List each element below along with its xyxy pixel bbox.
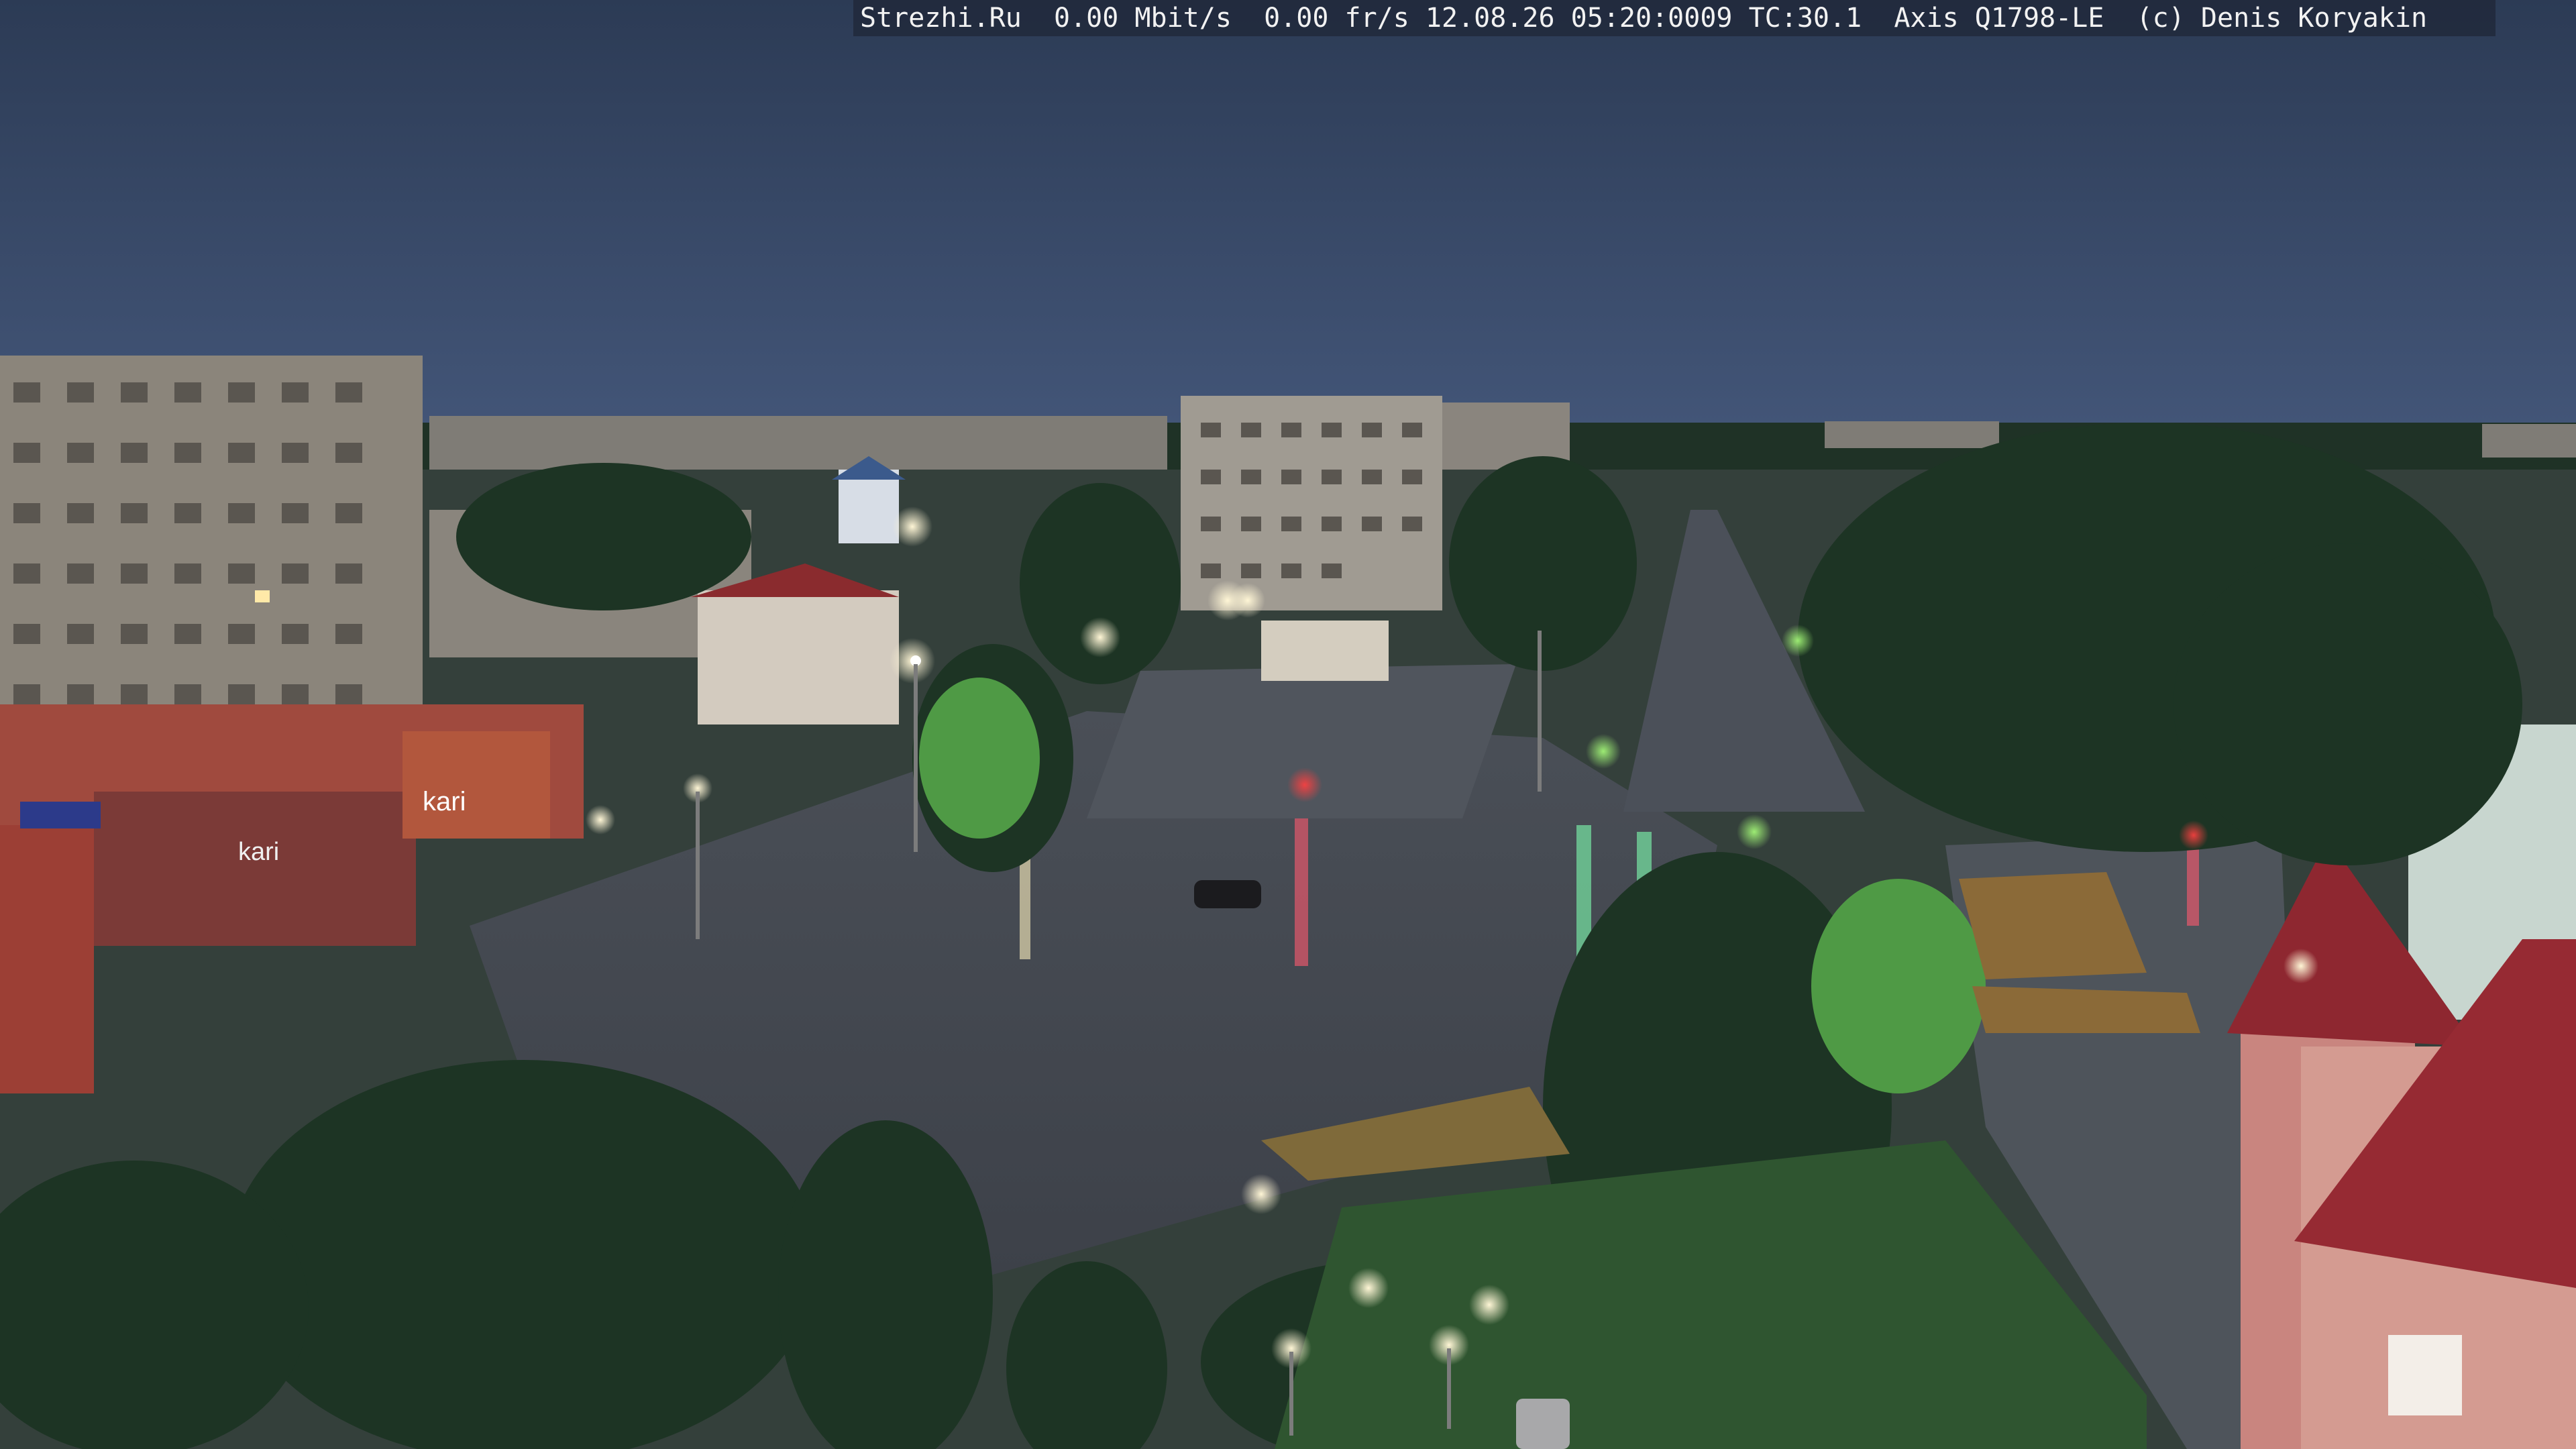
bitrate: 0.00 Mbit/s bbox=[1054, 3, 1232, 34]
camera-model: Axis Q1798-LE bbox=[1894, 3, 2104, 34]
shop-sign-kari-right: kari bbox=[238, 838, 279, 866]
site-name: Strezhi.Ru bbox=[860, 3, 1022, 34]
copyright: (c) Denis Koryakin bbox=[2136, 3, 2428, 34]
car bbox=[1194, 880, 1261, 908]
tc-value: TC:30.1 bbox=[1748, 3, 1862, 34]
datetime: 12.08.26 05:20:0009 bbox=[1425, 3, 1733, 34]
shop-sign-kari-left: kari bbox=[423, 787, 466, 816]
framerate: 0.00 fr/s bbox=[1264, 3, 1409, 34]
camera-info-overlay: Strezhi.Ru 0.00 Mbit/s 0.00 fr/s 12.08.2… bbox=[853, 0, 2496, 36]
street-scene: kari kari bbox=[0, 0, 2576, 1449]
car-bottom bbox=[1516, 1399, 1570, 1449]
